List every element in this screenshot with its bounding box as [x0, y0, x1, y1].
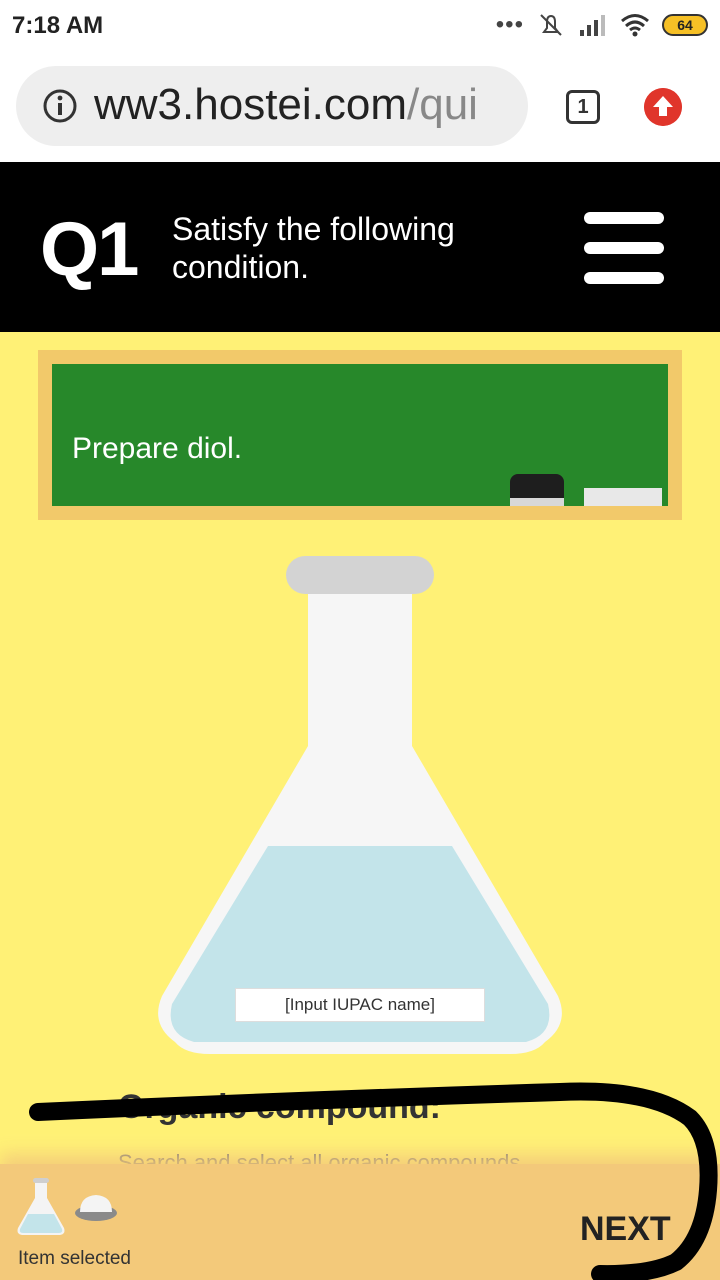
signal-icon: [580, 15, 605, 36]
url-text[interactable]: ww3.hostei.com/qui: [94, 80, 478, 130]
mini-flask-icon[interactable]: [16, 1178, 66, 1236]
address-bar[interactable]: ww3.hostei.com/qui: [16, 66, 528, 146]
next-button[interactable]: NEXT: [580, 1204, 680, 1254]
question-header: Q1 Satisfy the following condition.: [0, 162, 720, 332]
question-prompt: Satisfy the following condition.: [172, 211, 455, 285]
board-text: Prepare diol.: [72, 432, 243, 465]
menu-line: [584, 272, 664, 284]
status-time: 7:18 AM: [12, 12, 104, 39]
menu-line: [584, 242, 664, 254]
eraser-icon: [510, 474, 564, 506]
url-host: ww3.hostei.com: [94, 80, 408, 129]
menu-line: [584, 212, 664, 224]
status-icons: ••• 64: [496, 10, 708, 40]
url-path: /qui: [407, 80, 478, 129]
mute-icon: [540, 14, 562, 36]
battery-icon: 64: [662, 14, 708, 36]
tabs-icon[interactable]: 1: [566, 90, 600, 124]
browser-bar: ww3.hostei.com/qui 1: [0, 52, 720, 162]
stone-icon[interactable]: [74, 1192, 118, 1222]
dots-icon: •••: [495, 11, 524, 38]
chalkboard-frame: Prepare diol.: [38, 350, 682, 520]
chalkboard: Prepare diol.: [52, 364, 668, 506]
item-selected-status: Item selected: [18, 1248, 131, 1269]
bottom-bar: Item selected NEXT: [0, 1164, 720, 1280]
iupac-input[interactable]: [Input IUPAC name]: [235, 988, 485, 1022]
question-number: Q1: [40, 207, 139, 292]
chalk-icon: [584, 488, 662, 506]
flask-icon[interactable]: [150, 556, 570, 1056]
status-bar: 7:18 AM ••• 64: [0, 0, 720, 52]
menu-icon[interactable]: [584, 212, 664, 284]
upload-icon[interactable]: [644, 88, 682, 126]
info-icon[interactable]: [42, 88, 78, 124]
organic-title: Organic compound:: [118, 1088, 441, 1126]
wifi-icon: [621, 14, 649, 37]
